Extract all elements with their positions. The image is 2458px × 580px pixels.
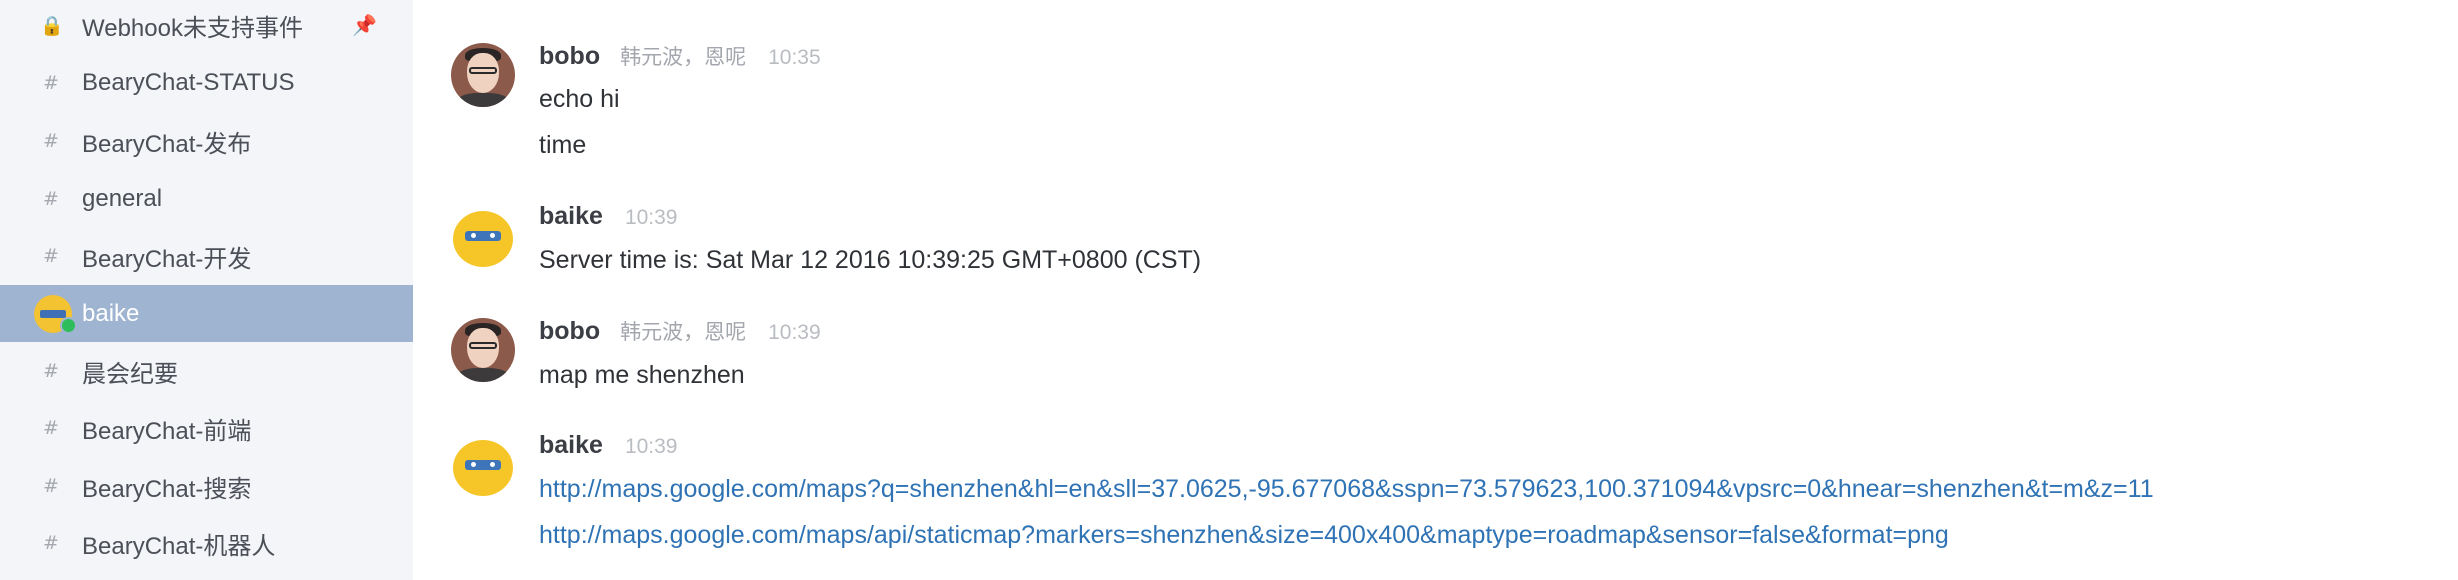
bot-avatar-baike[interactable] bbox=[451, 205, 515, 269]
message-text: map me shenzhen bbox=[539, 361, 745, 389]
hash-icon: # bbox=[43, 475, 59, 497]
message-time: 10:39 bbox=[768, 321, 821, 344]
sidebar-item-label: BearyChat-发布 bbox=[82, 130, 252, 158]
message-time: 10:39 bbox=[624, 206, 678, 229]
sidebar-item-label: BearyChat-开发 bbox=[82, 245, 252, 273]
sender-name[interactable]: bobo bbox=[539, 317, 600, 346]
message-text: Server time is: Sat Mar 12 2016 10:39:25… bbox=[539, 246, 1202, 274]
lock-icon: 🔒 bbox=[40, 14, 64, 37]
message-header: baike 10:39 bbox=[539, 431, 678, 460]
message-text: echo hi bbox=[539, 85, 620, 113]
sidebar-item-standup-notes[interactable]: # 晨会纪要 bbox=[0, 346, 413, 396]
sidebar-item-bearychat-search[interactable]: # BearyChat-搜索 bbox=[0, 461, 413, 511]
sender-meta: 韩元波，恩呢 bbox=[620, 46, 747, 69]
bot-avatar-baike[interactable] bbox=[451, 434, 515, 498]
user-avatar-bobo[interactable] bbox=[451, 43, 515, 107]
sender-name[interactable]: baike bbox=[539, 431, 603, 460]
sidebar-item-bearychat-frontend[interactable]: # BearyChat-前端 bbox=[0, 403, 413, 453]
sidebar-item-bearychat-robot[interactable]: # BearyChat-机器人 bbox=[0, 518, 413, 568]
sidebar-item-label: 晨会纪要 bbox=[82, 360, 178, 388]
hash-icon: # bbox=[43, 532, 59, 554]
sidebar-item-label: BearyChat-STATUS bbox=[82, 69, 295, 96]
message-text: time bbox=[539, 131, 587, 159]
online-status-dot bbox=[60, 317, 77, 334]
pin-icon[interactable]: 📌 bbox=[352, 13, 377, 38]
sender-meta: 韩元波，恩呢 bbox=[620, 321, 747, 344]
user-avatar-bobo[interactable] bbox=[451, 318, 515, 382]
static-map-link[interactable]: http://maps.google.com/maps/api/staticma… bbox=[539, 521, 1949, 550]
hash-icon: # bbox=[43, 245, 59, 267]
sidebar-item-label: BearyChat-机器人 bbox=[82, 532, 276, 560]
message-time: 10:39 bbox=[624, 435, 678, 458]
sidebar-item-label: BearyChat-搜索 bbox=[82, 475, 252, 503]
map-link[interactable]: http://maps.google.com/maps?q=shenzhen&h… bbox=[539, 475, 2154, 504]
sidebar-item-bearychat-dev[interactable]: # BearyChat-开发 bbox=[0, 231, 413, 281]
hash-icon: # bbox=[43, 417, 59, 439]
message-header: baike 10:39 bbox=[539, 202, 678, 231]
sidebar-item-bearychat-status[interactable]: # BearyChat-STATUS bbox=[0, 58, 413, 108]
sidebar-item-label: BearyChat-前端 bbox=[82, 417, 252, 445]
channel-sidebar: 🔒 Webhook未支持事件 📌 # BearyChat-STATUS # Be… bbox=[0, 0, 413, 580]
sidebar-item-label: general bbox=[82, 185, 163, 212]
hash-icon: # bbox=[43, 360, 59, 382]
message-time: 10:35 bbox=[768, 46, 821, 69]
hash-icon: # bbox=[43, 188, 59, 210]
hash-icon: # bbox=[43, 72, 59, 94]
message-header: bobo 韩元波，恩呢 10:39 bbox=[539, 316, 821, 346]
sender-name[interactable]: baike bbox=[539, 202, 603, 231]
chat-app: 🔒 Webhook未支持事件 📌 # BearyChat-STATUS # Be… bbox=[0, 0, 2458, 580]
sidebar-item-webhook[interactable]: 🔒 Webhook未支持事件 📌 bbox=[0, 0, 413, 50]
sender-name[interactable]: bobo bbox=[539, 42, 600, 71]
message-header: bobo 韩元波，恩呢 10:35 bbox=[539, 41, 821, 71]
hash-icon: # bbox=[43, 130, 59, 152]
sidebar-item-label: Webhook未支持事件 bbox=[82, 14, 303, 42]
sidebar-item-bearychat-release[interactable]: # BearyChat-发布 bbox=[0, 116, 413, 166]
sidebar-item-baike[interactable]: baike bbox=[0, 285, 413, 342]
sidebar-item-general[interactable]: # general bbox=[0, 174, 413, 224]
sidebar-item-label: baike bbox=[82, 299, 140, 327]
